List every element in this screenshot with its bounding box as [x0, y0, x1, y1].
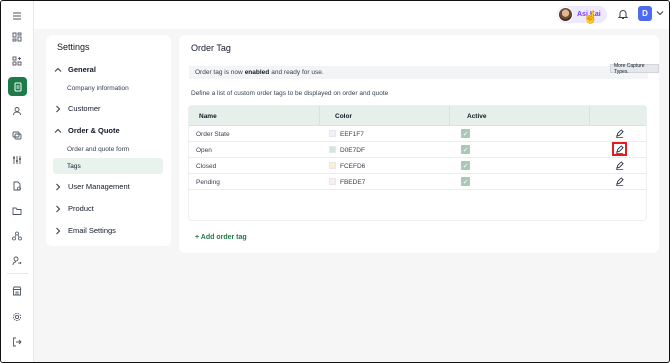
apps-icon[interactable]: [9, 53, 25, 69]
settings-title: Settings: [57, 42, 90, 52]
tags-icon[interactable]: [9, 127, 25, 143]
page-title: Order Tag: [191, 43, 231, 53]
table-header: Name Color Active: [189, 106, 646, 126]
tag-color: EEF1F7: [340, 131, 364, 138]
chevron-right-icon: [56, 205, 61, 212]
nav-section-user-management[interactable]: User Management: [54, 182, 130, 191]
user-switch-icon[interactable]: [9, 253, 25, 269]
nav-section-customer[interactable]: Customer: [54, 104, 101, 113]
color-swatch: [329, 130, 336, 137]
settings-panel: Settings General Company information Cus…: [46, 35, 171, 246]
table-row: Order State EEF1F7 ✓: [189, 126, 646, 142]
chevron-up-icon: [54, 67, 62, 72]
nav-section-order-quote[interactable]: Order & Quote: [54, 126, 120, 135]
tag-name: Closed: [196, 163, 217, 170]
tag-name: Pending: [196, 179, 220, 186]
tag-name: Open: [196, 147, 212, 154]
header-color[interactable]: Color: [335, 113, 352, 120]
nav-section-label: User Management: [68, 182, 130, 191]
left-rail: [1, 1, 34, 362]
header-divider: [449, 106, 450, 126]
chevron-right-icon: [56, 105, 61, 112]
menu-icon[interactable]: [9, 8, 25, 24]
nav-section-label: Email Settings: [68, 226, 116, 235]
nav-item-company-information[interactable]: Company information: [67, 85, 129, 92]
sliders-icon[interactable]: [9, 152, 25, 168]
header-active[interactable]: Active: [467, 113, 487, 120]
dashboard-icon[interactable]: [9, 29, 25, 45]
nav-item-order-quote-form[interactable]: Order and quote form: [67, 146, 129, 153]
add-order-tag-link[interactable]: + Add order tag: [195, 234, 247, 241]
folder-icon[interactable]: [9, 203, 25, 219]
tag-color: FBEDE7: [340, 179, 366, 186]
top-bar: Asi Kai ☝ D: [34, 1, 669, 29]
table-row: Pending FBEDE7 ✓: [189, 174, 646, 190]
color-swatch: [329, 146, 336, 153]
nav-section-label: Order & Quote: [68, 126, 120, 135]
tag-name: Order State: [196, 131, 230, 138]
nav-item-tags[interactable]: Tags: [67, 163, 81, 170]
store-icon[interactable]: [9, 283, 25, 299]
account-avatar[interactable]: D: [638, 6, 652, 21]
header-name[interactable]: Name: [199, 113, 217, 120]
pointer-cursor-icon: ☝: [583, 10, 598, 24]
edit-icon[interactable]: [615, 129, 624, 138]
description: Define a list of custom order tags to be…: [191, 90, 389, 97]
edit-icon[interactable]: [615, 177, 624, 186]
nav-section-label: General: [68, 65, 96, 74]
notice-prefix: Order tag is now: [195, 69, 243, 76]
notice-suffix: and ready for use.: [271, 69, 324, 76]
orders-icon[interactable]: [8, 77, 27, 96]
order-tag-panel: Order Tag Order tag is now enabled and r…: [179, 35, 659, 253]
network-icon[interactable]: [9, 228, 25, 244]
chevron-down-icon[interactable]: [656, 9, 664, 17]
nav-section-general[interactable]: General: [54, 65, 96, 74]
table-row: Open D0E7DF ✓: [189, 142, 646, 158]
active-checkbox[interactable]: ✓: [461, 129, 470, 138]
user-chip[interactable]: Asi Kai: [557, 6, 607, 23]
chevron-up-icon: [54, 128, 62, 133]
tag-color: FCEFD6: [340, 163, 366, 170]
header-divider: [319, 106, 320, 126]
active-checkbox[interactable]: ✓: [461, 161, 470, 170]
avatar: [558, 7, 573, 22]
logout-icon[interactable]: [9, 334, 25, 350]
status-notice: Order tag is now enabled and ready for u…: [189, 66, 648, 79]
settings-icon[interactable]: [9, 309, 25, 325]
rail-divider: [7, 273, 28, 274]
app-window: Asi Kai ☝ D Settings General Company inf…: [0, 0, 670, 363]
nav-section-email-settings[interactable]: Email Settings: [54, 226, 116, 235]
active-checkbox[interactable]: ✓: [461, 177, 470, 186]
nav-section-label: Customer: [68, 104, 101, 113]
invoice-icon[interactable]: [9, 178, 25, 194]
edit-icon[interactable]: [615, 161, 624, 170]
tags-table: Name Color Active Order State EEF1F7 ✓ O…: [189, 106, 646, 220]
chevron-right-icon: [56, 227, 61, 234]
table-row: Closed FCEFD6 ✓: [189, 158, 646, 174]
nav-section-label: Product: [68, 204, 94, 213]
edit-icon[interactable]: [615, 145, 624, 154]
color-swatch: [329, 178, 336, 185]
tag-color: D0E7DF: [340, 147, 365, 154]
chevron-right-icon: [56, 183, 61, 190]
user-icon[interactable]: [9, 103, 25, 119]
color-swatch: [329, 162, 336, 169]
active-checkbox[interactable]: ✓: [461, 145, 470, 154]
capture-types-badge: More Capture Types.: [610, 63, 659, 75]
header-divider: [589, 106, 590, 126]
bell-icon[interactable]: [617, 8, 629, 20]
nav-section-product[interactable]: Product: [54, 204, 94, 213]
notice-status: enabled: [244, 69, 270, 76]
